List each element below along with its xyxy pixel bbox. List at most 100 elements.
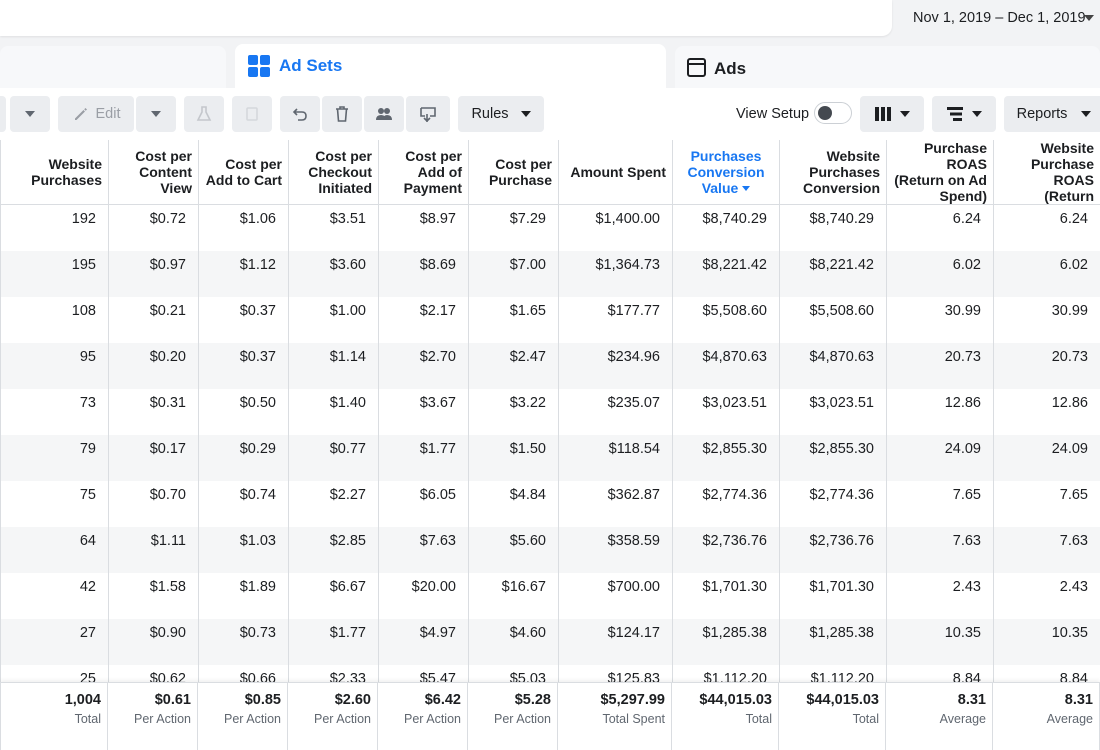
table-cell: $0.31 (108, 388, 199, 435)
table-cell: 6.02 (886, 250, 994, 297)
rules-button[interactable]: Rules (458, 96, 544, 132)
table-row[interactable]: 108 $0.21 $0.37 $1.00 $2.17 $1.65 $177.77 $5,50… (0, 296, 1100, 343)
table-cell: $234.96 (558, 342, 673, 389)
table-cell: 2.43 (993, 572, 1100, 619)
total-cell: 1,004 Total (0, 683, 108, 750)
table-row[interactable]: 95 $0.20 $0.37 $1.14 $2.70 $2.47 $234.96 $4,870… (0, 342, 1100, 389)
table-cell: $3,023.51 (672, 388, 780, 435)
ad-sets-table: Website Purchases Cost per Content View … (0, 140, 1100, 750)
view-setup-toggle[interactable] (814, 102, 852, 124)
total-label: Per Action (404, 712, 461, 726)
table-cell: $0.50 (198, 388, 289, 435)
tab-ads-label: Ads (714, 59, 747, 78)
undo-button[interactable] (280, 96, 320, 132)
table-cell: $235.07 (558, 388, 673, 435)
table-cell: $8,740.29 (779, 204, 887, 251)
create-dropdown-button[interactable] (10, 96, 50, 132)
table-cell: $2,774.36 (672, 480, 780, 527)
table-row[interactable]: 192 $0.72 $1.06 $3.51 $8.97 $7.29 $1,400.00 $8,… (0, 204, 1100, 251)
total-value: $5.28 (514, 692, 551, 708)
table-cell: $2,855.30 (779, 434, 887, 481)
column-header-sorted[interactable]: Purchases Conversion Value (672, 140, 780, 205)
trash-icon (336, 106, 348, 122)
top-bar (0, 0, 892, 36)
create-button-edge[interactable] (0, 96, 6, 132)
undo-icon (292, 108, 307, 121)
table-cell: $3.67 (378, 388, 469, 435)
table-cell: $4.84 (468, 480, 559, 527)
table-cell: $1.06 (198, 204, 289, 251)
table-row[interactable]: 79 $0.17 $0.29 $0.77 $1.77 $1.50 $118.54 $2,855… (0, 434, 1100, 481)
table-cell: $0.77 (288, 434, 379, 481)
audience-button[interactable] (364, 96, 404, 132)
table-cell: 10.35 (886, 618, 994, 665)
total-cell: $6.42 Per Action (378, 683, 468, 750)
breakdown-button[interactable] (932, 96, 996, 132)
table-cell: 75 (0, 480, 109, 527)
column-header[interactable]: Website Purchases (0, 140, 109, 205)
table-cell: $1.89 (198, 572, 289, 619)
table-cell: $0.29 (198, 434, 289, 481)
table-cell: 6.24 (886, 204, 994, 251)
table-row[interactable]: 75 $0.70 $0.74 $2.27 $6.05 $4.84 $362.87 $2,774… (0, 480, 1100, 527)
table-row[interactable]: 42 $1.58 $1.89 $6.67 $20.00 $16.67 $700.00 $1,7… (0, 572, 1100, 619)
total-cell: 8.31 Average (886, 683, 993, 750)
edit-dropdown-button[interactable] (136, 96, 176, 132)
table-cell: $2,774.36 (779, 480, 887, 527)
reports-button-label: Reports (1016, 106, 1068, 122)
date-range-picker[interactable]: Nov 1, 2019 – Dec 1, 2019 (898, 0, 1100, 36)
column-header[interactable]: Cost per Add to Cart (198, 140, 289, 205)
reports-button[interactable]: Reports (1004, 96, 1100, 132)
delete-button[interactable] (322, 96, 362, 132)
table-cell: $7.63 (378, 526, 469, 573)
table-cell: $3.60 (288, 250, 379, 297)
table-cell: $8.97 (378, 204, 469, 251)
ab-test-button[interactable] (184, 96, 224, 132)
total-value: 8.31 (957, 692, 986, 708)
table-cell: $20.00 (378, 572, 469, 619)
table-row[interactable]: 195 $0.97 $1.12 $3.60 $8.69 $7.00 $1,364.73 $8,… (0, 250, 1100, 297)
column-header[interactable]: Purchase ROAS (Return on Ad Spend) (886, 140, 994, 205)
column-header[interactable]: Website Purchases Conversion (779, 140, 887, 205)
column-header[interactable]: Cost per Checkout Initiated (288, 140, 379, 205)
table-cell: $2.27 (288, 480, 379, 527)
people-icon (376, 108, 392, 120)
table-cell: $0.21 (108, 296, 199, 343)
table-cell: $124.17 (558, 618, 673, 665)
preview-icon (420, 107, 436, 123)
table-cell: 2.43 (886, 572, 994, 619)
table-cell: $16.67 (468, 572, 559, 619)
total-label: Total (745, 712, 772, 726)
table-cell: $0.74 (198, 480, 289, 527)
table-cell: 7.65 (886, 480, 994, 527)
total-value: 1,004 (64, 692, 101, 708)
column-header[interactable]: Website Purchase ROAS (Return (993, 140, 1100, 205)
column-header[interactable]: Cost per Add of Payment (378, 140, 469, 205)
totals-row: 1,004 Total $0.61 Per Action $0.85 Per Action… (0, 682, 1100, 750)
table-cell: 27 (0, 618, 109, 665)
table-row[interactable]: 27 $0.90 $0.73 $1.77 $4.97 $4.60 $124.17 $1,285… (0, 618, 1100, 665)
total-cell: $44,015.03 Total (779, 683, 886, 750)
table-row[interactable]: 64 $1.11 $1.03 $2.85 $7.63 $5.60 $358.59 $2,736… (0, 526, 1100, 573)
table-cell: 30.99 (886, 296, 994, 343)
preview-button[interactable] (406, 96, 450, 132)
total-cell: $0.61 Per Action (108, 683, 198, 750)
column-header[interactable]: Cost per Content View (108, 140, 199, 205)
column-header[interactable]: Cost per Purchase (468, 140, 559, 205)
total-label: Per Action (224, 712, 281, 726)
edit-button[interactable]: Edit (58, 96, 134, 132)
total-cell: $0.85 Per Action (198, 683, 288, 750)
table-cell: $1.77 (288, 618, 379, 665)
duplicate-button[interactable] (232, 96, 272, 132)
copy-icon (246, 107, 258, 121)
table-cell: 12.86 (993, 388, 1100, 435)
table-cell: $118.54 (558, 434, 673, 481)
table-cell: $1.58 (108, 572, 199, 619)
table-cell: $6.05 (378, 480, 469, 527)
table-cell: 79 (0, 434, 109, 481)
columns-button[interactable] (860, 96, 924, 132)
sort-descending-icon (742, 186, 751, 191)
column-header[interactable]: Amount Spent (558, 140, 673, 205)
table-cell: $1,400.00 (558, 204, 673, 251)
table-row[interactable]: 73 $0.31 $0.50 $1.40 $3.67 $3.22 $235.07 $3,023… (0, 388, 1100, 435)
